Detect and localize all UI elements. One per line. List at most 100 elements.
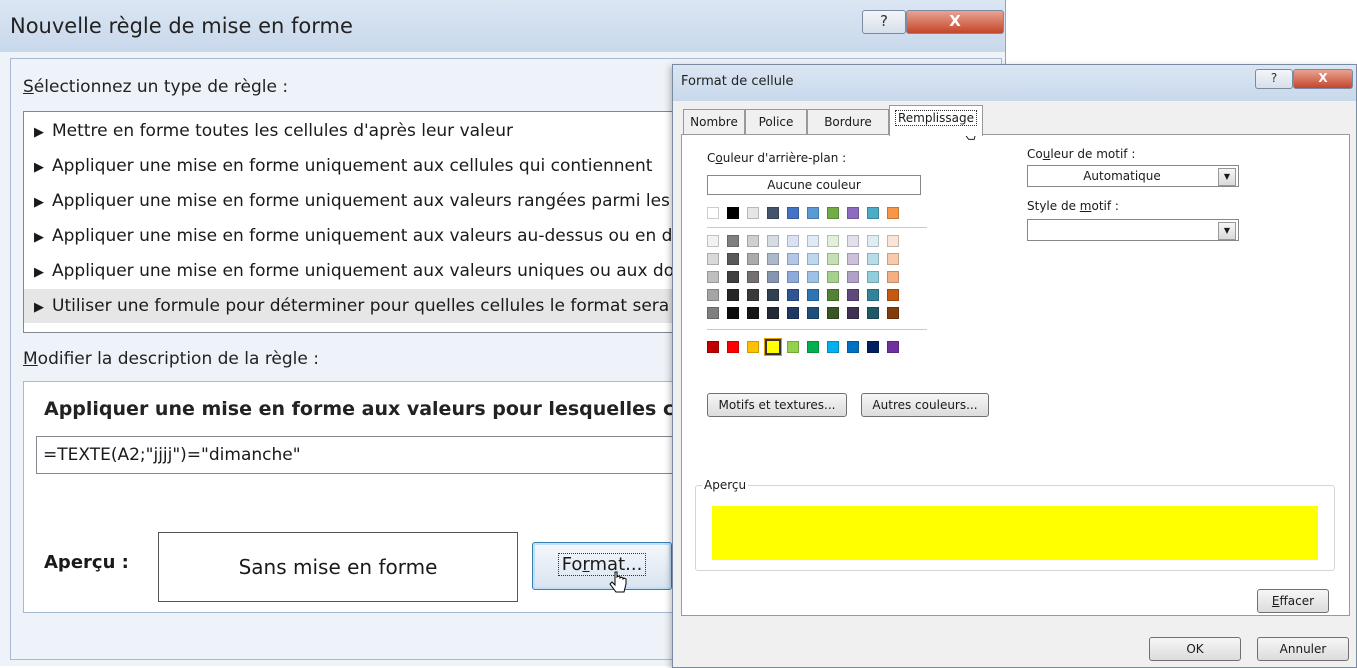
color-swatch[interactable]: [807, 341, 819, 353]
color-swatch-selected[interactable]: [764, 338, 782, 356]
color-swatch[interactable]: [887, 289, 899, 301]
color-swatch[interactable]: [787, 307, 799, 319]
color-swatch[interactable]: [767, 289, 779, 301]
color-swatch[interactable]: [827, 253, 839, 265]
clear-button[interactable]: Effacer: [1257, 589, 1329, 613]
color-swatch[interactable]: [747, 253, 759, 265]
color-swatch[interactable]: [747, 307, 759, 319]
chevron-down-icon[interactable]: ▼: [1218, 222, 1236, 240]
color-swatch[interactable]: [727, 341, 739, 353]
color-swatch[interactable]: [787, 207, 799, 219]
color-swatch[interactable]: [727, 307, 739, 319]
color-swatch[interactable]: [807, 253, 819, 265]
color-swatch[interactable]: [727, 207, 739, 219]
tab-police[interactable]: Police: [745, 109, 807, 134]
color-swatch[interactable]: [707, 235, 719, 247]
color-swatch[interactable]: [827, 207, 839, 219]
color-swatch[interactable]: [787, 253, 799, 265]
color-swatch[interactable]: [707, 207, 719, 219]
rule-type-list[interactable]: ▶ Mettre en forme toutes les cellules d'a…: [23, 111, 725, 333]
color-swatch[interactable]: [807, 289, 819, 301]
color-swatch[interactable]: [847, 289, 859, 301]
color-swatch[interactable]: [807, 207, 819, 219]
formula-input[interactable]: =TEXTE(A2;"jjjj")="dimanche": [36, 436, 726, 474]
color-swatch[interactable]: [887, 341, 899, 353]
patterns-textures-button[interactable]: Motifs et textures...: [707, 393, 847, 417]
color-swatch[interactable]: [787, 235, 799, 247]
color-swatch[interactable]: [847, 235, 859, 247]
color-swatch[interactable]: [747, 341, 759, 353]
color-swatch[interactable]: [747, 289, 759, 301]
color-swatch[interactable]: [727, 271, 739, 283]
color-swatch[interactable]: [767, 235, 779, 247]
color-swatch[interactable]: [887, 207, 899, 219]
color-swatch[interactable]: [787, 271, 799, 283]
color-swatch[interactable]: [887, 271, 899, 283]
color-swatch[interactable]: [867, 235, 879, 247]
color-swatch[interactable]: [767, 207, 779, 219]
rule-type-item[interactable]: ▶ Appliquer une mise en forme uniquement …: [24, 254, 724, 288]
color-swatch[interactable]: [867, 271, 879, 283]
tab-bordure[interactable]: Bordure: [807, 109, 889, 134]
more-colors-button[interactable]: Autres couleurs...: [861, 393, 989, 417]
color-swatch[interactable]: [827, 289, 839, 301]
color-swatch[interactable]: [707, 253, 719, 265]
color-swatch[interactable]: [827, 271, 839, 283]
color-swatch[interactable]: [847, 253, 859, 265]
tab-nombre[interactable]: Nombre: [683, 109, 745, 134]
triangle-right-icon: ▶: [34, 230, 44, 245]
color-swatch[interactable]: [867, 207, 879, 219]
help-button[interactable]: ?: [1255, 69, 1293, 89]
chevron-down-icon[interactable]: ▼: [1218, 168, 1236, 186]
color-swatch[interactable]: [867, 341, 879, 353]
color-swatch[interactable]: [727, 235, 739, 247]
color-swatch[interactable]: [767, 253, 779, 265]
rule-type-item[interactable]: ▶ Appliquer une mise en forme uniquement …: [24, 149, 724, 183]
rule-type-item[interactable]: ▶ Appliquer une mise en forme uniquement …: [24, 184, 724, 218]
pattern-color-select[interactable]: Automatique ▼: [1027, 165, 1239, 187]
close-button[interactable]: X: [1293, 69, 1353, 89]
color-swatch[interactable]: [767, 271, 779, 283]
pattern-style-select[interactable]: ▼: [1027, 219, 1239, 241]
rule-type-item[interactable]: ▶ Mettre en forme toutes les cellules d'a…: [24, 114, 724, 148]
color-swatch[interactable]: [887, 235, 899, 247]
color-swatch[interactable]: [767, 307, 779, 319]
color-swatch[interactable]: [727, 289, 739, 301]
rule-type-item[interactable]: ▶ Appliquer une mise en forme uniquement …: [24, 219, 724, 253]
tab-remplissage[interactable]: Remplissage: [889, 105, 983, 136]
color-swatch[interactable]: [807, 271, 819, 283]
color-swatch[interactable]: [707, 341, 719, 353]
close-button[interactable]: X: [906, 10, 1004, 34]
color-swatch[interactable]: [747, 235, 759, 247]
palette-separator: [707, 227, 927, 228]
color-swatch[interactable]: [867, 307, 879, 319]
color-swatch[interactable]: [887, 307, 899, 319]
color-swatch[interactable]: [827, 235, 839, 247]
color-swatch[interactable]: [847, 271, 859, 283]
title-bar: Nouvelle règle de mise en forme ? X: [0, 0, 1005, 52]
color-swatch[interactable]: [847, 307, 859, 319]
color-swatch[interactable]: [747, 271, 759, 283]
color-swatch[interactable]: [747, 207, 759, 219]
color-swatch[interactable]: [887, 253, 899, 265]
color-swatch[interactable]: [707, 289, 719, 301]
color-swatch[interactable]: [827, 341, 839, 353]
color-swatch[interactable]: [787, 289, 799, 301]
rule-type-item-selected[interactable]: ▶ Utiliser une formule pour déterminer po…: [24, 289, 724, 323]
color-swatch[interactable]: [707, 271, 719, 283]
color-swatch[interactable]: [707, 307, 719, 319]
color-swatch[interactable]: [867, 253, 879, 265]
format-button[interactable]: Format...: [532, 542, 672, 590]
color-swatch[interactable]: [727, 253, 739, 265]
no-color-button[interactable]: Aucune couleur: [707, 175, 921, 195]
color-swatch[interactable]: [847, 341, 859, 353]
color-swatch[interactable]: [847, 207, 859, 219]
ok-button[interactable]: OK: [1149, 637, 1241, 661]
color-swatch[interactable]: [807, 235, 819, 247]
color-swatch[interactable]: [787, 341, 799, 353]
color-swatch[interactable]: [867, 289, 879, 301]
cancel-button[interactable]: Annuler: [1257, 637, 1349, 661]
color-swatch[interactable]: [807, 307, 819, 319]
help-button[interactable]: ?: [862, 10, 906, 34]
color-swatch[interactable]: [827, 307, 839, 319]
